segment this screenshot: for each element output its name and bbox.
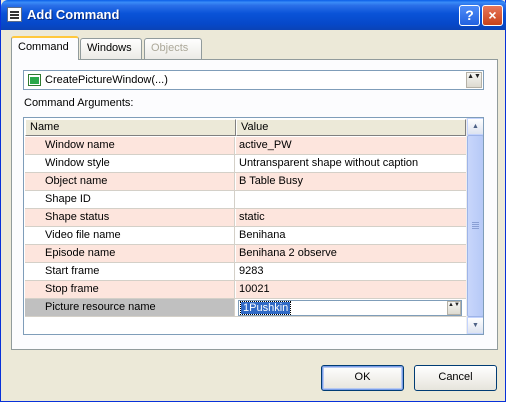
argument-row[interactable]: Stop frame 10021: [25, 281, 466, 299]
tab-windows[interactable]: Windows: [80, 38, 142, 59]
window-title: Add Command: [27, 7, 120, 22]
vertical-scrollbar[interactable]: ▲ ▼: [466, 118, 483, 334]
green-window-icon: [28, 74, 41, 86]
argument-value[interactable]: Untransparent shape without caption: [236, 155, 466, 172]
command-panel: CreatePictureWindow(...) ▲▼ Command Argu…: [11, 59, 498, 350]
argument-row[interactable]: Shape ID: [25, 191, 466, 209]
command-select-spin-icon[interactable]: ▲▼: [466, 72, 482, 88]
value-spin-icon[interactable]: ▲▼: [447, 301, 461, 315]
argument-row[interactable]: Start frame 9283: [25, 263, 466, 281]
title-bar[interactable]: Add Command ? ×: [1, 0, 506, 30]
argument-value[interactable]: active_PW: [236, 137, 466, 154]
tab-objects: Objects: [144, 38, 202, 59]
argument-value[interactable]: 9283: [236, 263, 466, 280]
command-select-value: CreatePictureWindow(...): [45, 74, 168, 86]
argument-value-select[interactable]: 1Pushkin ▲▼: [238, 300, 462, 316]
argument-row[interactable]: Episode name Benihana 2 observe: [25, 245, 466, 263]
argument-name: Stop frame: [25, 281, 235, 298]
argument-row[interactable]: Picture resource name 1Pushkin ▲▼: [25, 299, 466, 317]
argument-name: Window style: [25, 155, 235, 172]
column-header-name[interactable]: Name: [25, 119, 236, 136]
argument-row[interactable]: Shape status static: [25, 209, 466, 227]
grid-rows: Window name active_PW Window style Untransp…: [25, 137, 466, 317]
argument-row[interactable]: Video file name Benihana: [25, 227, 466, 245]
cancel-button[interactable]: Cancel: [414, 365, 497, 391]
close-button[interactable]: ×: [482, 5, 503, 26]
argument-name: Object name: [25, 173, 235, 190]
argument-row[interactable]: Window name active_PW: [25, 137, 466, 155]
argument-value[interactable]: [236, 191, 466, 208]
grip-icon: [472, 222, 479, 223]
column-header-value[interactable]: Value: [236, 119, 466, 136]
command-arguments-label: Command Arguments:: [24, 97, 134, 109]
tab-command[interactable]: Command: [11, 36, 79, 60]
arguments-grid: Name Value Window name active_PW Window st…: [23, 117, 484, 335]
grid-header: Name Value: [25, 119, 466, 136]
argument-value[interactable]: static: [236, 209, 466, 226]
scroll-down-icon[interactable]: ▼: [467, 317, 483, 334]
command-select[interactable]: CreatePictureWindow(...) ▲▼: [23, 70, 484, 90]
scroll-up-icon[interactable]: ▲: [467, 118, 483, 135]
scroll-thumb[interactable]: [467, 135, 483, 317]
app-icon: [7, 7, 22, 22]
argument-row[interactable]: Window style Untransparent shape without …: [25, 155, 466, 173]
argument-name: Video file name: [25, 227, 235, 244]
argument-name: Window name: [25, 137, 235, 154]
argument-value: 1Pushkin: [239, 301, 292, 315]
argument-value[interactable]: B Table Busy: [236, 173, 466, 190]
argument-row[interactable]: Object name B Table Busy: [25, 173, 466, 191]
argument-name: Shape ID: [25, 191, 235, 208]
argument-name: Episode name: [25, 245, 235, 262]
argument-value[interactable]: Benihana: [236, 227, 466, 244]
help-button[interactable]: ?: [459, 5, 480, 26]
argument-name: Start frame: [25, 263, 235, 280]
argument-name: Shape status: [25, 209, 235, 226]
add-command-dialog: Add Command ? × Command Windows Objects …: [0, 0, 506, 402]
ok-button[interactable]: OK: [321, 365, 404, 391]
argument-value[interactable]: 10021: [236, 281, 466, 298]
argument-value[interactable]: Benihana 2 observe: [236, 245, 466, 262]
argument-name: Picture resource name: [25, 299, 235, 316]
